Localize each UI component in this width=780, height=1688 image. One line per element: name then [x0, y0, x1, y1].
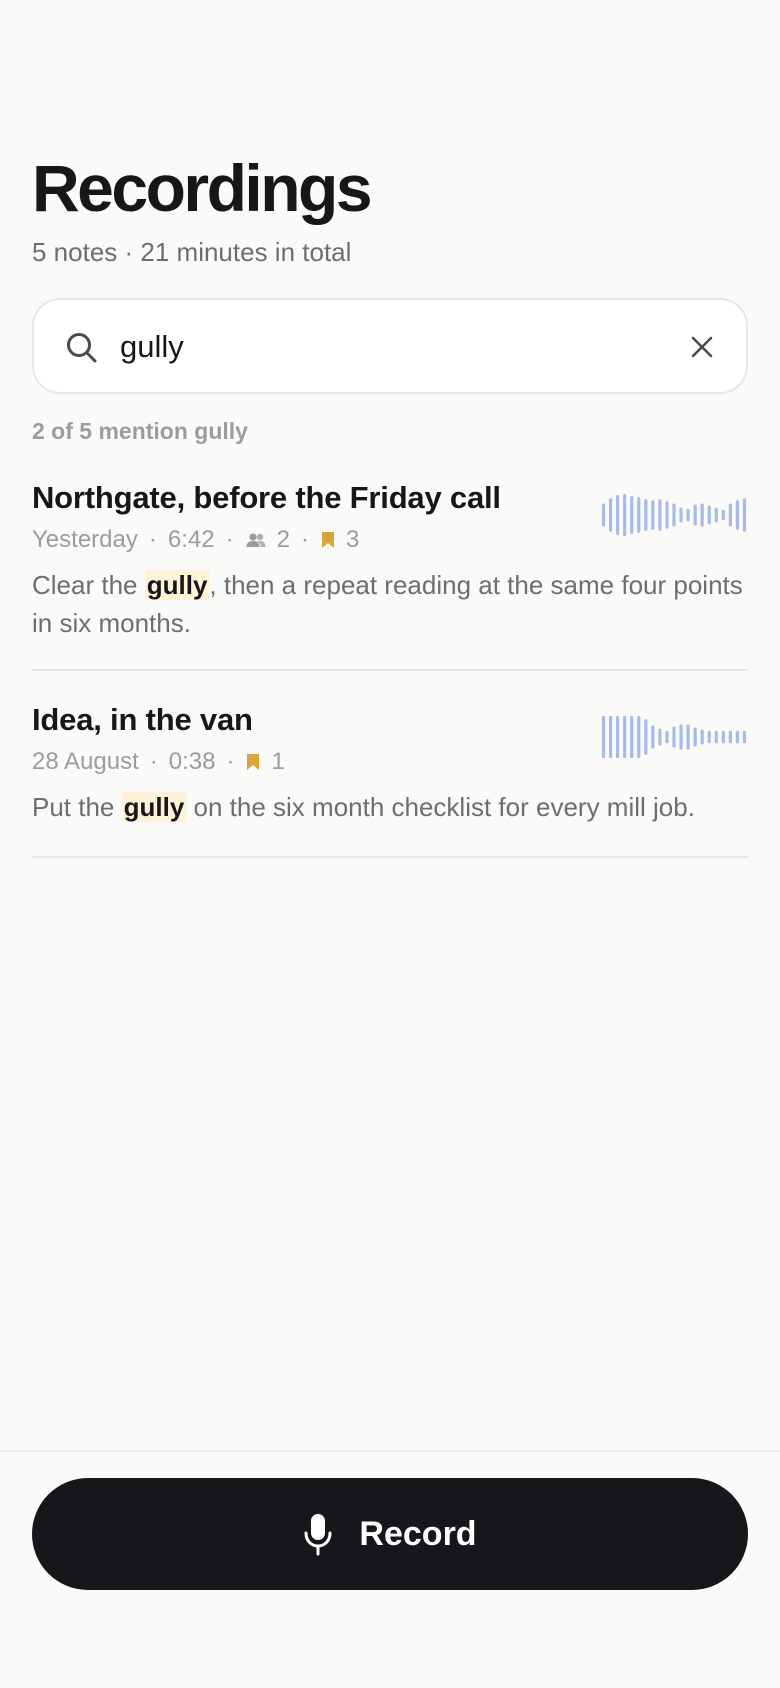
waveform-bar: [728, 730, 732, 744]
waveform-bar: [686, 724, 690, 750]
waveform-bar: [623, 716, 627, 758]
waveform-bar: [644, 719, 648, 755]
waveform-bar: [665, 730, 669, 744]
search-bar[interactable]: gully: [32, 298, 748, 394]
waveform-bar: [700, 503, 704, 527]
recording-duration: 0:38: [168, 748, 216, 775]
waveform-bar: [728, 503, 732, 527]
microphone-icon: [304, 1514, 332, 1556]
meta-separator: ·: [226, 748, 235, 775]
close-icon[interactable]: [688, 333, 716, 361]
waveform-bar: [630, 716, 634, 758]
waveform-bar: [637, 497, 641, 533]
waveform-bar: [644, 499, 648, 531]
recording-meta: Yesterday · 6:42 · 2 · 3: [32, 522, 359, 558]
meta-separator: ·: [225, 526, 234, 553]
waveform-bar: [707, 505, 711, 525]
meta-separator: ·: [300, 526, 309, 553]
record-button-label: Record: [359, 1514, 477, 1553]
search-input[interactable]: gully: [120, 328, 184, 366]
waveform-bar: [616, 716, 620, 758]
bookmark-count: 1: [271, 748, 285, 775]
waveform-bar: [707, 730, 711, 744]
waveform-bar: [714, 507, 718, 523]
waveform-bar: [608, 498, 613, 532]
waveform-bar: [601, 716, 606, 758]
waveform-bar: [601, 503, 606, 527]
recording-item[interactable]: Idea, in the van 28 August · 0:38 · 1 Pu…: [32, 700, 748, 858]
search-result-count: 2 of 5 mention gully: [32, 418, 248, 444]
waveform-bar: [700, 729, 704, 745]
waveform-bar: [651, 725, 655, 749]
waveform-bar: [630, 496, 634, 534]
waveform-bar: [686, 508, 690, 522]
record-button[interactable]: Record: [32, 1478, 748, 1590]
waveform-bar: [679, 724, 683, 750]
waveform-bar: [693, 727, 697, 747]
waveform-bar: [721, 509, 725, 521]
recording-date: 28 August: [32, 748, 139, 775]
recording-item[interactable]: Northgate, before the Friday call Yester…: [32, 478, 748, 671]
recording-excerpt: Clear the gully, then a repeat reading a…: [32, 570, 743, 638]
recording-meta: 28 August · 0:38 · 1: [32, 744, 285, 780]
bookmark-count: 3: [345, 526, 360, 553]
waveform-bar: [651, 500, 655, 530]
waveform-bar: [616, 495, 620, 535]
waveform-bar: [672, 726, 676, 748]
waveform-bar: [608, 716, 613, 758]
search-icon: [67, 333, 97, 363]
meta-separator: ·: [149, 748, 158, 775]
waveform-bar: [714, 730, 718, 744]
search-highlight: gully: [121, 792, 187, 822]
waveform-bar: [735, 500, 740, 530]
recording-excerpt: Put the gully on the six month checklist…: [32, 792, 695, 822]
people-count: 2: [276, 526, 290, 553]
page-title: Recordings: [32, 151, 373, 225]
bookmark-icon: [247, 754, 260, 770]
people-icon: [246, 533, 266, 547]
waveform-bar: [623, 494, 627, 536]
waveform-bar: [665, 501, 669, 529]
waveform-bar: [735, 730, 740, 744]
waveform-thumbnail: [601, 494, 747, 536]
waveform-bar: [742, 730, 747, 744]
waveform-bar: [658, 728, 662, 746]
waveform-thumbnail: [601, 716, 747, 758]
recording-date: Yesterday: [32, 526, 138, 553]
waveform-bar: [672, 503, 676, 527]
meta-separator: ·: [148, 526, 157, 553]
bottom-bar: Record: [0, 1450, 780, 1688]
bookmark-icon: [321, 532, 334, 548]
search-highlight: gully: [144, 570, 210, 600]
recording-title: Northgate, before the Friday call: [32, 480, 501, 515]
waveform-bar: [721, 730, 725, 744]
page-subtitle: 5 notes · 21 minutes in total: [32, 237, 352, 267]
recording-title: Idea, in the van: [32, 702, 253, 737]
waveform-bar: [679, 507, 683, 523]
recording-duration: 6:42: [167, 526, 215, 553]
waveform-bar: [637, 716, 641, 758]
waveform-bar: [658, 499, 662, 531]
waveform-bar: [693, 504, 697, 526]
waveform-bar: [742, 498, 747, 532]
